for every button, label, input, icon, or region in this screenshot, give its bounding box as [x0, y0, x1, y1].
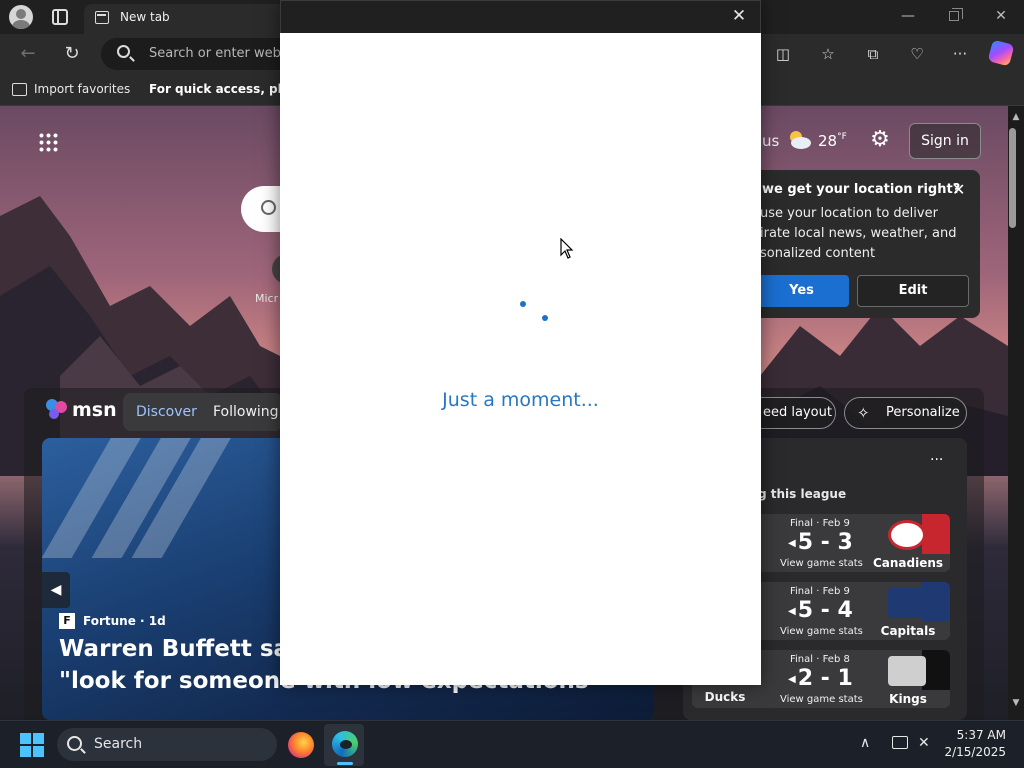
- active-app-indicator: [337, 762, 353, 765]
- team-name: Capitals: [880, 624, 936, 638]
- team-name: Kings: [889, 692, 927, 706]
- yes-button[interactable]: Yes: [754, 275, 849, 307]
- taskbar-search[interactable]: Search: [57, 728, 277, 761]
- capitals-logo-icon: [888, 588, 926, 618]
- firefox-icon[interactable]: [288, 732, 314, 758]
- new-tab-icon: [95, 11, 109, 24]
- spinner-dot: [520, 301, 526, 307]
- kings-logo-icon: [888, 656, 926, 686]
- view-game-stats-link[interactable]: View game stats: [780, 558, 863, 569]
- more-icon[interactable]: ···: [948, 42, 972, 66]
- screen: New tab — ✕ ← ↻ Search or enter web a ◫ …: [0, 0, 1024, 768]
- view-game-stats-link[interactable]: View game stats: [780, 626, 863, 637]
- quick-link-label: Micr: [255, 292, 279, 305]
- search-icon: [67, 736, 82, 751]
- game-status: Final · Feb 8: [790, 654, 850, 665]
- minimize-button[interactable]: —: [898, 8, 918, 24]
- back-button[interactable]: ←: [16, 42, 40, 66]
- sign-in-button[interactable]: Sign in: [909, 123, 981, 159]
- game-score: ◀2 - 1: [788, 666, 853, 691]
- weather-icon: [790, 131, 811, 149]
- location-prompt-title: we get your location right?: [762, 182, 961, 197]
- gear-icon[interactable]: ⚙: [868, 128, 892, 152]
- profile-icon[interactable]: [9, 5, 33, 29]
- scroll-up-icon[interactable]: ▲: [1008, 112, 1024, 122]
- canadiens-logo-icon: [888, 520, 926, 550]
- restore-button[interactable]: [949, 8, 963, 21]
- weather-location[interactable]: us: [762, 132, 779, 150]
- close-icon[interactable]: ✕: [730, 6, 748, 26]
- sports-league-label: g this league: [758, 487, 847, 501]
- tabs-icon[interactable]: [52, 9, 68, 25]
- tab-following[interactable]: Following: [213, 404, 279, 420]
- address-placeholder: Search or enter web a: [149, 46, 294, 61]
- chevron-up-icon[interactable]: ∧: [860, 735, 870, 751]
- article-source: Fortune · 1d: [83, 614, 166, 628]
- game-score: ◀5 - 4: [788, 598, 853, 623]
- edit-button[interactable]: Edit: [857, 275, 969, 307]
- personalize-button[interactable]: ✧ Personalize: [844, 397, 967, 429]
- network-icon[interactable]: [892, 736, 908, 749]
- source-icon: F: [59, 613, 75, 629]
- article-headline-line1[interactable]: Warren Buffett says: [59, 636, 317, 662]
- volume-icon[interactable]: ✕: [918, 735, 930, 751]
- msn-logo-text: msn: [72, 399, 117, 421]
- refresh-button[interactable]: ↻: [60, 42, 84, 66]
- game-status: Final · Feb 9: [790, 518, 850, 529]
- sparkle-icon: ✧: [857, 404, 870, 422]
- game-status: Final · Feb 9: [790, 586, 850, 597]
- team-color-accent: [922, 514, 950, 554]
- weather-temperature[interactable]: 28°F: [818, 132, 847, 150]
- away-team-name: Ducks: [704, 690, 746, 704]
- import-icon: [12, 83, 27, 96]
- feed-layout-label: eed layout: [763, 405, 832, 420]
- close-window-button[interactable]: ✕: [991, 8, 1011, 24]
- split-screen-icon[interactable]: ◫: [771, 42, 795, 66]
- team-color-accent: [922, 650, 950, 690]
- carousel-prev-button[interactable]: ◀: [42, 572, 70, 608]
- close-icon[interactable]: ✕: [952, 180, 965, 199]
- tab-new-tab[interactable]: New tab: [84, 4, 284, 34]
- collections-icon[interactable]: ⧉: [861, 42, 885, 66]
- team-name: Canadiens: [872, 556, 944, 570]
- personalize-label: Personalize: [886, 405, 960, 420]
- team-color-accent: [922, 582, 950, 622]
- sign-in-dialog: ✕ Just a moment...: [280, 0, 761, 685]
- favorites-icon[interactable]: ☆: [816, 42, 840, 66]
- import-favorites-link[interactable]: Import favorites: [34, 82, 130, 96]
- clock-date[interactable]: 2/15/2025: [940, 745, 1006, 759]
- mouse-cursor-icon: [560, 238, 574, 259]
- search-icon: [261, 200, 276, 215]
- location-prompt-body: use your location to deliver irate local…: [760, 206, 957, 261]
- spinner-dot: [542, 315, 548, 321]
- address-bar[interactable]: Search or enter web a: [101, 38, 301, 70]
- scroll-down-icon[interactable]: ▼: [1008, 698, 1024, 708]
- msn-logo-icon: [46, 399, 67, 419]
- edge-icon[interactable]: [332, 731, 358, 757]
- more-icon[interactable]: ···: [930, 452, 943, 468]
- view-game-stats-link[interactable]: View game stats: [780, 694, 863, 705]
- tab-title: New tab: [120, 10, 170, 24]
- loading-message: Just a moment...: [442, 389, 599, 411]
- windows-start-icon[interactable]: [20, 733, 44, 757]
- taskbar-search-label: Search: [94, 736, 143, 752]
- search-icon: [117, 45, 130, 58]
- tab-discover[interactable]: Discover: [136, 404, 197, 420]
- scrollbar-thumb[interactable]: [1009, 128, 1016, 228]
- dialog-title-bar: ✕: [280, 0, 761, 33]
- apps-grid-icon[interactable]: [38, 132, 58, 152]
- clock-time[interactable]: 5:37 AM: [940, 728, 1006, 742]
- game-score: ◀5 - 3: [788, 530, 853, 555]
- performance-icon[interactable]: ♡: [905, 42, 929, 66]
- location-prompt-card: we get your location right? ✕ use your l…: [740, 170, 980, 318]
